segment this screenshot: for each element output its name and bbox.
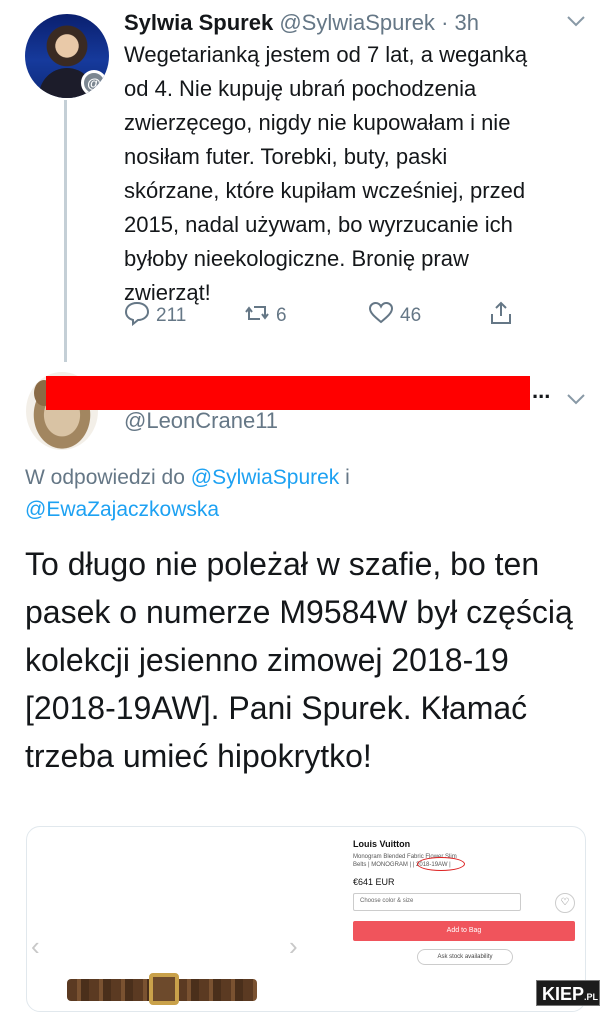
thread-connector-line <box>64 100 67 362</box>
add-to-bag-button[interactable]: Add to Bag <box>353 921 575 941</box>
share-icon <box>488 300 514 332</box>
retweet-icon <box>244 300 270 332</box>
watermark-main: KIEP <box>542 984 585 1004</box>
reply-context: W odpowiedzi do @SylwiaSpurek i @EwaZaja… <box>25 462 585 526</box>
product-brand: Louis Vuitton <box>353 839 411 849</box>
mention-link[interactable]: @SylwiaSpurek <box>191 466 340 489</box>
like-count: 46 <box>400 305 422 326</box>
avatar-badge: @ <box>81 70 107 96</box>
like-button[interactable]: 46 <box>368 300 421 332</box>
reply-icon <box>124 300 150 332</box>
reply-conjunction: i <box>345 466 350 489</box>
chevron-left-icon[interactable]: ‹ <box>31 931 40 962</box>
belt-buckle-image <box>149 973 179 1005</box>
product-line: Monogram Blended Fabric Flower Slim <box>353 854 457 860</box>
tweet-time[interactable]: · 3h <box>441 10 479 35</box>
product-price: €641 EUR <box>353 877 395 887</box>
chevron-down-icon[interactable] <box>566 390 586 411</box>
chevron-down-icon[interactable] <box>566 12 586 33</box>
tweet-actions: 211 6 46 <box>124 300 524 334</box>
mention-link[interactable]: @EwaZajaczkowska <box>25 498 219 521</box>
avatar[interactable]: @ <box>25 14 109 98</box>
share-button[interactable] <box>488 300 514 332</box>
tweet-text: Wegetarianką jestem od 7 lat, a weganką … <box>124 42 528 305</box>
tweet-text: To długo nie poleżał w szafie, bo ten pa… <box>25 546 573 774</box>
tweet-header: Sylwia Spurek @SylwiaSpurek · 3h <box>124 8 479 38</box>
reply-count: 211 <box>156 305 187 326</box>
user-name-redacted: ... <box>532 378 551 403</box>
site-watermark: KIEP.PL <box>536 980 600 1006</box>
chevron-right-icon[interactable]: › <box>289 931 298 962</box>
retweet-count: 6 <box>276 305 287 326</box>
watermark-suffix: .PL <box>584 992 599 1002</box>
redacted-name-bar <box>46 376 530 410</box>
highlight-circle <box>417 857 465 871</box>
heart-outline-icon[interactable]: ♡ <box>555 893 575 913</box>
user-name[interactable]: Sylwia Spurek <box>124 10 273 35</box>
stock-availability-button[interactable]: Ask stock availability <box>417 949 513 965</box>
attached-image[interactable]: ‹ › Louis Vuitton Monogram Blended Fabri… <box>26 826 586 1012</box>
user-handle[interactable]: @LeonCrane11 <box>124 408 278 434</box>
user-handle[interactable]: @SylwiaSpurek <box>279 10 435 35</box>
reply-prefix: W odpowiedzi do <box>25 466 185 489</box>
retweet-button[interactable]: 6 <box>244 300 287 332</box>
reply-button[interactable]: 211 <box>124 300 186 332</box>
like-icon <box>368 300 394 332</box>
size-select[interactable]: Choose color & size <box>353 893 521 911</box>
